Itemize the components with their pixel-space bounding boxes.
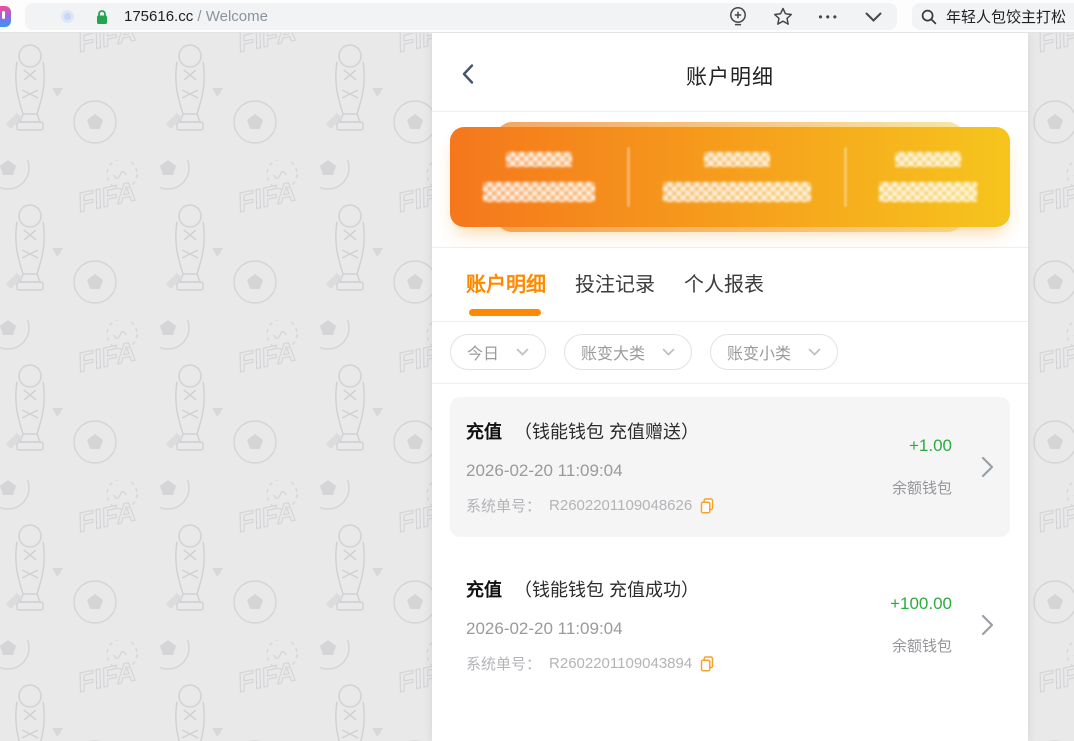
transaction-type: 充值 (466, 580, 502, 600)
order-label: 系统单号： (466, 495, 541, 516)
toolbar-actions: ••• (728, 6, 897, 28)
redacted-label (506, 152, 572, 167)
order-number: R2602201109043894 (549, 655, 692, 672)
order-number: R2602201109048626 (549, 497, 692, 514)
page-title: 账户明细 (432, 61, 1028, 91)
transaction-detail: （钱能钱包 充值成功） (514, 580, 699, 600)
address-bar[interactable]: 175616.cc / Welcome ••• (25, 3, 897, 30)
tab-personal-report[interactable]: 个人报表 (684, 268, 764, 297)
filter-major-type-label: 账变大类 (581, 340, 645, 364)
lock-icon[interactable] (95, 9, 109, 25)
chevron-right-icon[interactable] (981, 614, 994, 636)
search-icon (921, 9, 937, 25)
transaction-amount: +100.00 (890, 594, 952, 614)
search-suggestion-text: 年轻人包饺主打松 (946, 6, 1066, 27)
redacted-value (483, 182, 595, 202)
tab-bet-records[interactable]: 投注记录 (575, 268, 655, 297)
summary-column-2 (663, 152, 811, 202)
url-host: 175616.cc (124, 8, 193, 25)
transaction-time: 2026-02-20 11:09:04 (466, 461, 854, 481)
filter-minor-type-dropdown[interactable]: 账变小类 (710, 334, 838, 370)
transaction-time: 2026-02-20 11:09:04 (466, 619, 854, 639)
filters-bar: 今日 账变大类 账变小类 (432, 322, 1028, 384)
summary-divider (844, 147, 847, 207)
redacted-value (663, 182, 811, 202)
transaction-row[interactable]: 充值 （钱能钱包 充值赠送） 2026-02-20 11:09:04 系统单号： R… (450, 397, 1010, 537)
browser-toolbar: 175616.cc / Welcome ••• 年轻人包饺主打松 (0, 0, 1074, 33)
transaction-type: 充值 (466, 422, 502, 442)
copy-icon[interactable] (700, 656, 714, 672)
active-tab-underline (469, 309, 541, 316)
tip-lightbulb-icon[interactable] (728, 6, 748, 28)
copy-icon[interactable] (700, 498, 714, 514)
bookmark-star-icon[interactable] (773, 7, 793, 26)
transaction-title: 充值 （钱能钱包 充值成功） (466, 576, 854, 602)
filter-date-label: 今日 (467, 340, 499, 364)
transaction-row[interactable]: 充值 （钱能钱包 充值成功） 2026-02-20 11:09:04 系统单号： R… (450, 555, 1010, 695)
transaction-order-row: 系统单号： R2602201109043894 (466, 653, 854, 674)
summary-divider (627, 147, 630, 207)
chevron-down-icon (662, 348, 675, 356)
transaction-title: 充值 （钱能钱包 充值赠送） (466, 418, 854, 444)
browser-logo-icon[interactable] (0, 6, 11, 27)
balance-summary-section (432, 112, 1028, 248)
no-more-text: 没有更多了 (450, 713, 1010, 741)
transaction-wallet: 余额钱包 (892, 635, 952, 656)
summary-column-3 (879, 152, 977, 202)
toolbar-chevron-down-icon[interactable] (865, 12, 882, 22)
summary-column-1 (483, 152, 595, 202)
transaction-detail: （钱能钱包 充值赠送） (514, 422, 699, 442)
transaction-amount: +1.00 (909, 436, 952, 456)
balance-summary-card[interactable] (450, 127, 1010, 227)
chevron-down-icon (808, 348, 821, 356)
tabs-bar: 账户明细 投注记录 个人报表 (432, 248, 1028, 322)
tab-account-detail[interactable]: 账户明细 (466, 268, 546, 297)
order-label: 系统单号： (466, 653, 541, 674)
transaction-list: 充值 （钱能钱包 充值赠送） 2026-02-20 11:09:04 系统单号： R… (432, 384, 1028, 741)
redacted-label (895, 152, 961, 167)
url-text: 175616.cc / Welcome (124, 8, 268, 25)
chevron-right-icon[interactable] (981, 456, 994, 478)
filter-major-type-dropdown[interactable]: 账变大类 (564, 334, 692, 370)
redacted-label (704, 152, 770, 167)
page-header: 账户明细 (432, 33, 1028, 112)
filter-date-dropdown[interactable]: 今日 (450, 334, 546, 370)
chevron-down-icon (516, 348, 529, 356)
transaction-order-row: 系统单号： R2602201109048626 (466, 495, 854, 516)
redacted-value (879, 182, 977, 202)
filter-minor-type-label: 账变小类 (727, 340, 791, 364)
more-menu-icon[interactable]: ••• (818, 11, 840, 23)
site-permission-icon[interactable] (61, 10, 74, 23)
url-path: / Welcome (193, 8, 268, 25)
transaction-wallet: 余额钱包 (892, 477, 952, 498)
account-detail-panel: 账户明细 账 (432, 33, 1028, 741)
search-box[interactable]: 年轻人包饺主打松 (912, 3, 1074, 30)
